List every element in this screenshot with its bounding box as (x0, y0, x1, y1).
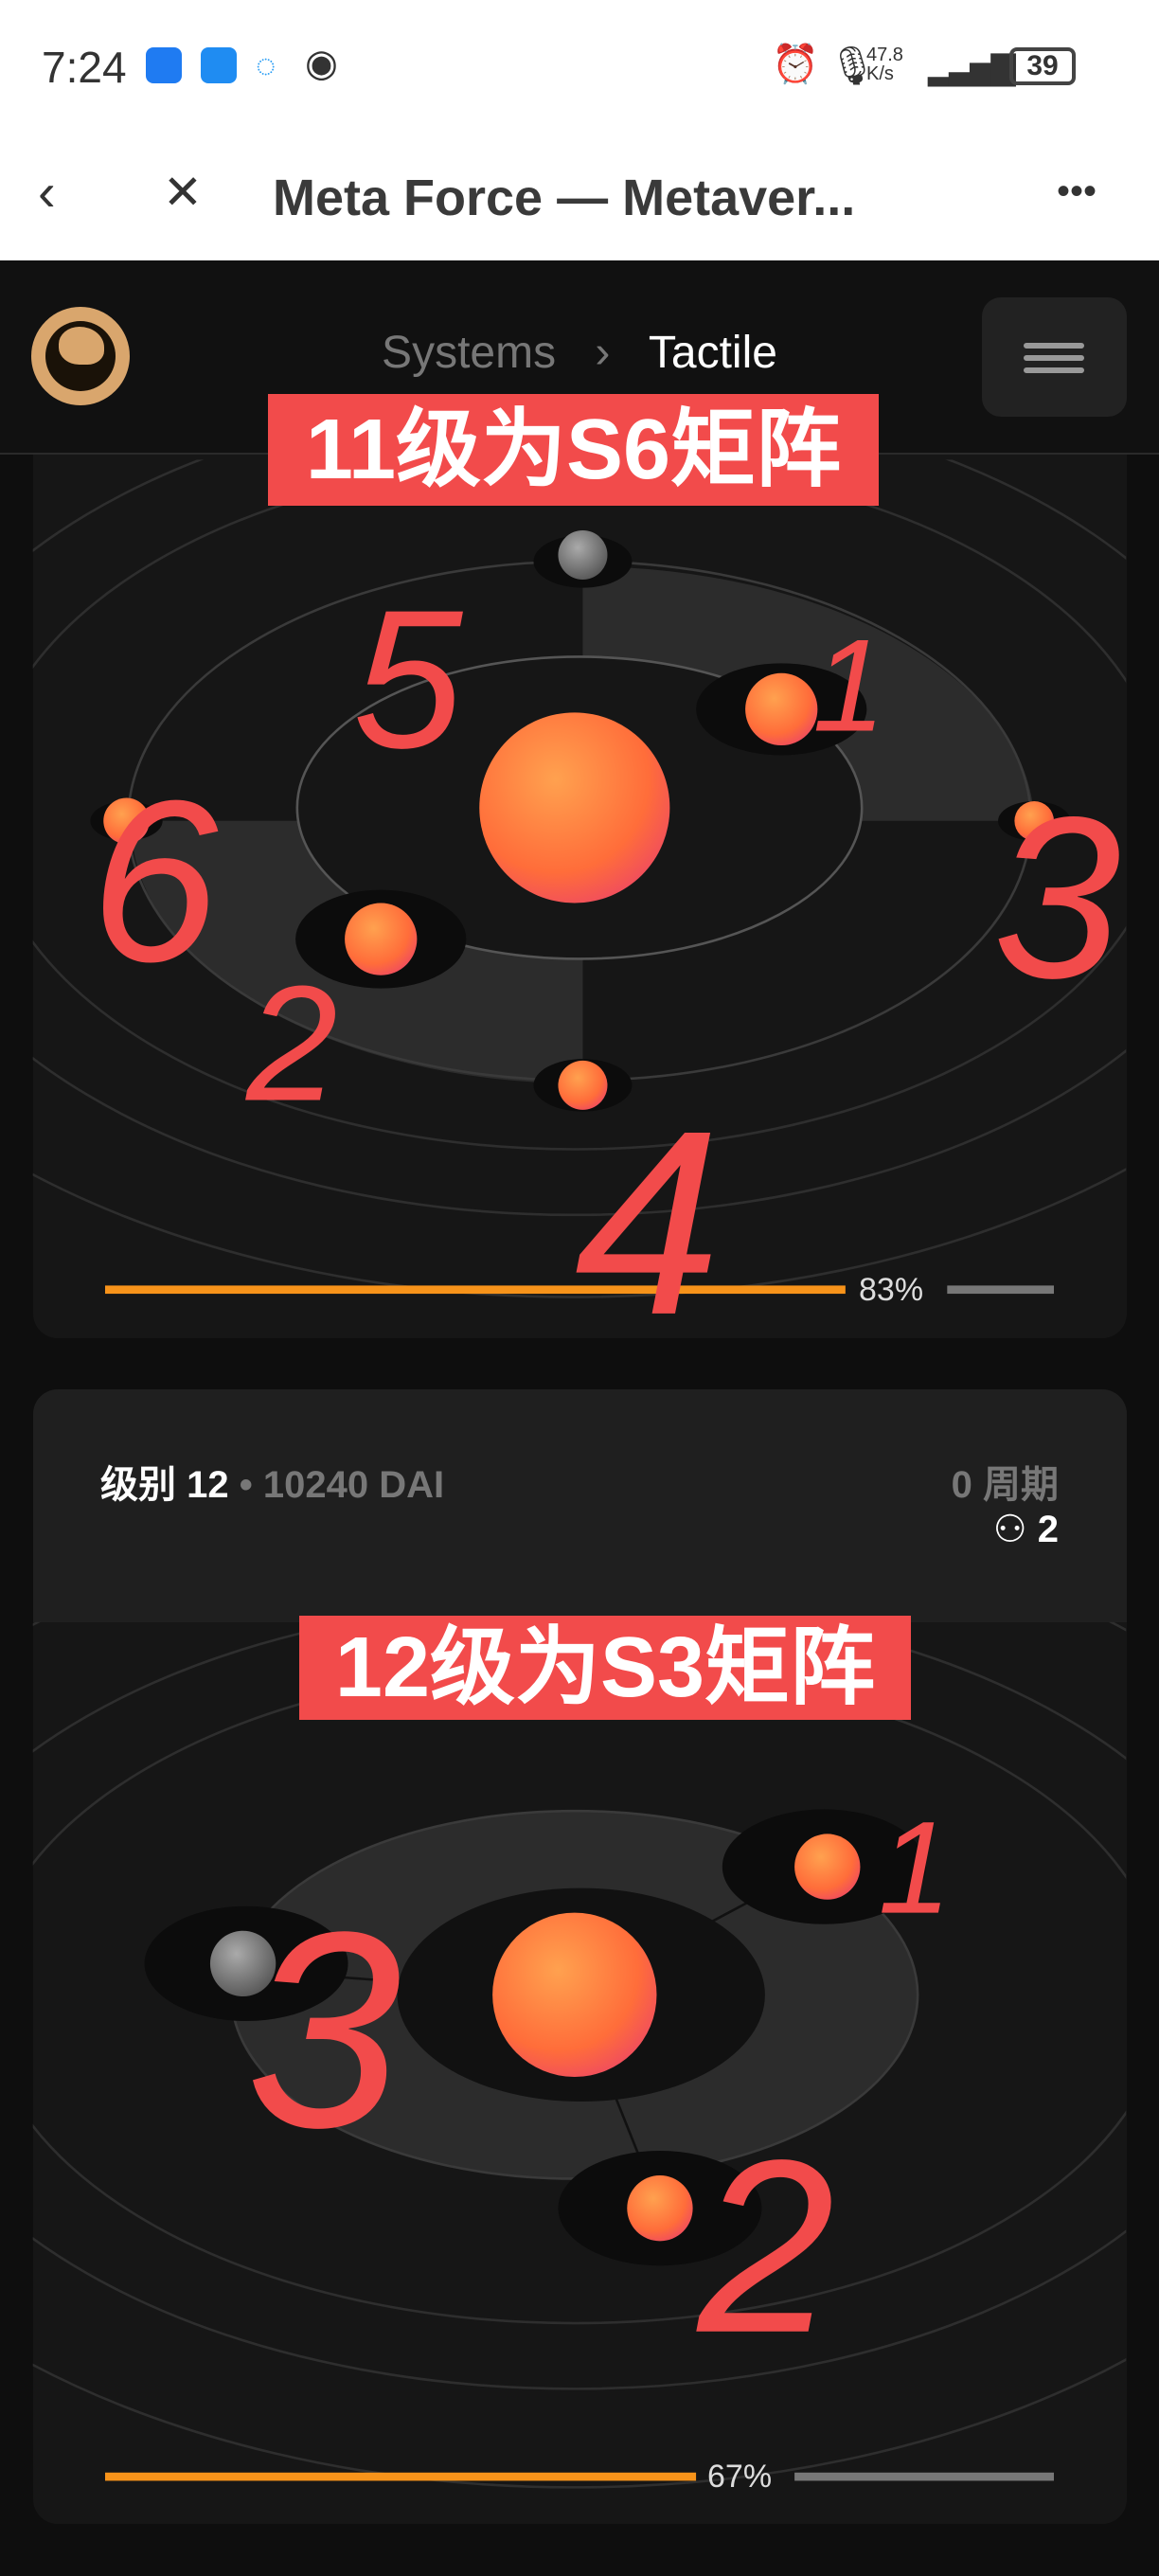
annotation-number: 3 (993, 769, 1121, 1026)
center-sphere (479, 712, 670, 903)
breadcrumb-systems[interactable]: Systems (382, 328, 556, 378)
annotation-label: 11级为S6矩阵 (268, 394, 879, 506)
progress-bar-fill (104, 1285, 846, 1295)
progress-bar-track (947, 1285, 1055, 1295)
chevron-right-icon: › (595, 328, 611, 378)
menu-button[interactable] (982, 297, 1127, 417)
annotation-number: 2 (244, 952, 337, 1136)
slot-filled[interactable] (345, 903, 418, 975)
annotation-number: 1 (879, 1795, 952, 1941)
breadcrumb-tactile: Tactile (648, 328, 777, 378)
progress-percent: 83% (859, 1272, 924, 1308)
progress-bar-fill (104, 2472, 697, 2481)
progress-percent: 67% (707, 2459, 773, 2495)
slot-filled[interactable] (745, 672, 818, 746)
slot-filled[interactable] (794, 1834, 861, 1900)
annotation-number: 2 (694, 2110, 835, 2385)
annotation-number: 5 (353, 570, 464, 790)
annotation-number: 4 (575, 1076, 721, 1369)
slot-filled[interactable] (627, 2175, 693, 2242)
annotation-number: 6 (90, 753, 218, 1010)
annotation-number: 3 (246, 1874, 403, 2186)
slot-empty[interactable] (558, 529, 608, 580)
progress-bar-track (794, 2472, 1055, 2481)
annotation-number: 1 (812, 612, 885, 759)
annotation-label: 12级为S3矩阵 (299, 1616, 911, 1720)
center-sphere (492, 1912, 657, 2077)
